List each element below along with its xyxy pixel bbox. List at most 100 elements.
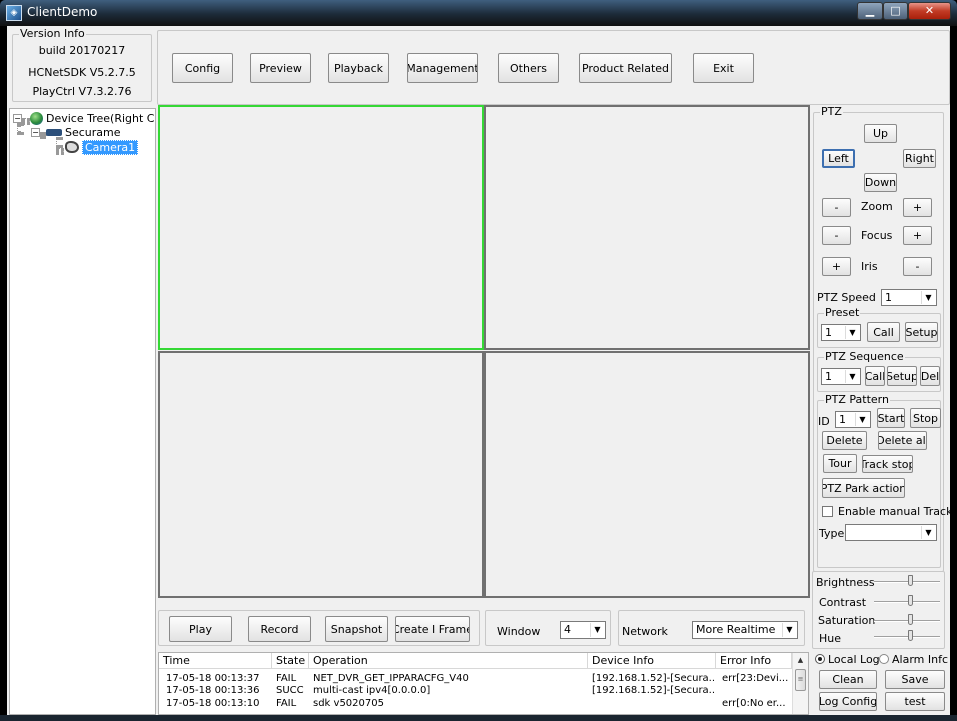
alarm-info-radio[interactable] bbox=[879, 654, 889, 664]
brightness-slider[interactable] bbox=[874, 575, 940, 589]
collapse-device-icon[interactable]: − bbox=[31, 128, 40, 137]
pattern-start-button[interactable]: Start bbox=[877, 408, 905, 428]
track-stop-button[interactable]: Track stop bbox=[862, 455, 913, 473]
column-time[interactable]: Time bbox=[159, 653, 272, 669]
tour-button[interactable]: Tour bbox=[823, 454, 857, 473]
save-log-button[interactable]: Save bbox=[885, 670, 945, 689]
chevron-down-icon: ▼ bbox=[782, 623, 796, 637]
ptz-pattern-label: PTZ Pattern bbox=[824, 393, 890, 406]
record-button[interactable]: Record bbox=[248, 616, 311, 642]
pattern-id-label: ID bbox=[818, 415, 830, 428]
contrast-slider[interactable] bbox=[874, 595, 940, 609]
test-button[interactable]: test bbox=[885, 692, 945, 711]
column-state[interactable]: State bbox=[272, 653, 309, 669]
ptz-label: PTZ bbox=[820, 105, 843, 118]
preset-call-button[interactable]: Call bbox=[867, 322, 900, 342]
management-button[interactable]: Management bbox=[407, 53, 478, 83]
ptz-speed-label: PTZ Speed bbox=[817, 291, 876, 304]
focus-far-button[interactable]: + bbox=[903, 226, 932, 245]
iris-label: Iris bbox=[861, 260, 878, 273]
iris-open-button[interactable]: + bbox=[822, 257, 851, 276]
window-frame-bottom bbox=[0, 715, 957, 721]
camera-icon bbox=[65, 141, 79, 153]
tree-camera-label[interactable]: Camera1 bbox=[82, 140, 139, 155]
column-device-info[interactable]: Device Info bbox=[588, 653, 716, 669]
zoom-label: Zoom bbox=[861, 200, 893, 213]
window-count-select[interactable]: 4 ▼ bbox=[560, 621, 606, 639]
pattern-stop-button[interactable]: Stop bbox=[910, 408, 941, 428]
pattern-delete-all-button[interactable]: Delete all bbox=[878, 431, 927, 450]
focus-near-button[interactable]: - bbox=[822, 226, 851, 245]
local-log-radio[interactable] bbox=[815, 654, 825, 664]
ptz-left-button[interactable]: Left bbox=[822, 149, 855, 168]
ptz-down-button[interactable]: Down bbox=[864, 173, 897, 192]
sequence-call-button[interactable]: Call bbox=[865, 366, 885, 386]
pattern-delete-button[interactable]: Delete bbox=[822, 431, 867, 450]
scroll-thumb[interactable]: ≡ bbox=[795, 669, 806, 691]
slider-thumb[interactable] bbox=[908, 614, 913, 625]
sequence-del-button[interactable]: Del bbox=[920, 366, 940, 386]
chevron-down-icon: ▼ bbox=[921, 291, 935, 304]
product-related-button[interactable]: Product Related bbox=[579, 53, 672, 83]
pattern-id-select[interactable]: 1 ▼ bbox=[835, 411, 871, 428]
zoom-in-button[interactable]: + bbox=[903, 198, 932, 217]
play-button[interactable]: Play bbox=[169, 616, 232, 642]
preview-pane-2[interactable] bbox=[484, 105, 810, 350]
preset-label: Preset bbox=[824, 306, 861, 319]
sdk-version-label: HCNetSDK V5.2.7.5 bbox=[28, 66, 136, 79]
saturation-slider[interactable] bbox=[874, 614, 940, 628]
collapse-root-icon[interactable]: − bbox=[13, 114, 22, 123]
log-scrollbar[interactable]: ▲ ≡ bbox=[792, 653, 808, 714]
tree-device-label[interactable]: Securame bbox=[65, 126, 121, 139]
preview-pane-3[interactable] bbox=[158, 351, 484, 598]
preview-pane-1[interactable] bbox=[158, 105, 484, 350]
column-error-info[interactable]: Error Info bbox=[716, 653, 792, 669]
log-device-info bbox=[592, 697, 715, 710]
preview-pane-4[interactable] bbox=[484, 351, 810, 598]
config-button[interactable]: Config bbox=[172, 53, 233, 83]
log-operation: multi-cast ipv4[0.0.0.0] bbox=[313, 685, 431, 696]
slider-thumb[interactable] bbox=[908, 575, 913, 586]
sequence-setup-button[interactable]: Setup bbox=[887, 366, 917, 386]
exit-button[interactable]: Exit bbox=[693, 53, 754, 83]
title-bar[interactable]: ◈ ClientDemo ▁ □ ✕ bbox=[0, 0, 957, 26]
slider-thumb[interactable] bbox=[908, 595, 913, 606]
zoom-out-button[interactable]: - bbox=[822, 198, 851, 217]
ptz-right-button[interactable]: Right bbox=[903, 149, 936, 168]
scroll-up-icon[interactable]: ▲ bbox=[794, 654, 807, 667]
preview-button[interactable]: Preview bbox=[250, 53, 311, 83]
minimize-button[interactable]: ▁ bbox=[857, 2, 883, 20]
maximize-button[interactable]: □ bbox=[883, 2, 908, 20]
ptz-up-button[interactable]: Up bbox=[864, 124, 897, 143]
ptz-park-action-button[interactable]: PTZ Park action bbox=[822, 478, 905, 498]
hue-slider[interactable] bbox=[874, 630, 940, 644]
preset-select[interactable]: 1 ▼ bbox=[821, 324, 861, 341]
window-label: Window bbox=[497, 625, 541, 638]
preset-setup-button[interactable]: Setup bbox=[905, 322, 938, 342]
log-config-button[interactable]: Log Config bbox=[819, 692, 877, 711]
enable-manual-track-checkbox[interactable] bbox=[822, 506, 833, 517]
client-demo-icon: ◈ bbox=[6, 5, 22, 21]
dvr-icon bbox=[46, 129, 62, 136]
clean-log-button[interactable]: Clean bbox=[819, 670, 877, 689]
window-title: ClientDemo bbox=[27, 5, 98, 19]
snapshot-button[interactable]: Snapshot bbox=[325, 616, 388, 642]
create-i-frame-button[interactable]: Create I Frame bbox=[395, 616, 470, 642]
device-tree[interactable]: − Device Tree(Right Click t − Securame C… bbox=[9, 108, 156, 715]
playback-button[interactable]: Playback bbox=[328, 53, 389, 83]
column-operation[interactable]: Operation bbox=[309, 653, 588, 669]
log-list[interactable]: Time State Operation Device Info Error I… bbox=[158, 652, 809, 715]
focus-label: Focus bbox=[861, 229, 893, 242]
others-button[interactable]: Others bbox=[498, 53, 559, 83]
ptz-speed-select[interactable]: 1 ▼ bbox=[881, 289, 937, 306]
tree-root-label[interactable]: Device Tree(Right Click t bbox=[46, 112, 155, 125]
close-button[interactable]: ✕ bbox=[908, 2, 951, 20]
iris-close-button[interactable]: - bbox=[903, 257, 932, 276]
client-area: Version Info build 20170217 HCNetSDK V5.… bbox=[7, 26, 952, 715]
sequence-select[interactable]: 1 ▼ bbox=[821, 368, 861, 385]
type-label: Type bbox=[819, 527, 845, 540]
slider-thumb[interactable] bbox=[908, 630, 913, 641]
chevron-down-icon: ▼ bbox=[845, 370, 859, 383]
type-select[interactable]: ▼ bbox=[845, 524, 937, 541]
network-mode-select[interactable]: More Realtime ▼ bbox=[692, 621, 798, 639]
